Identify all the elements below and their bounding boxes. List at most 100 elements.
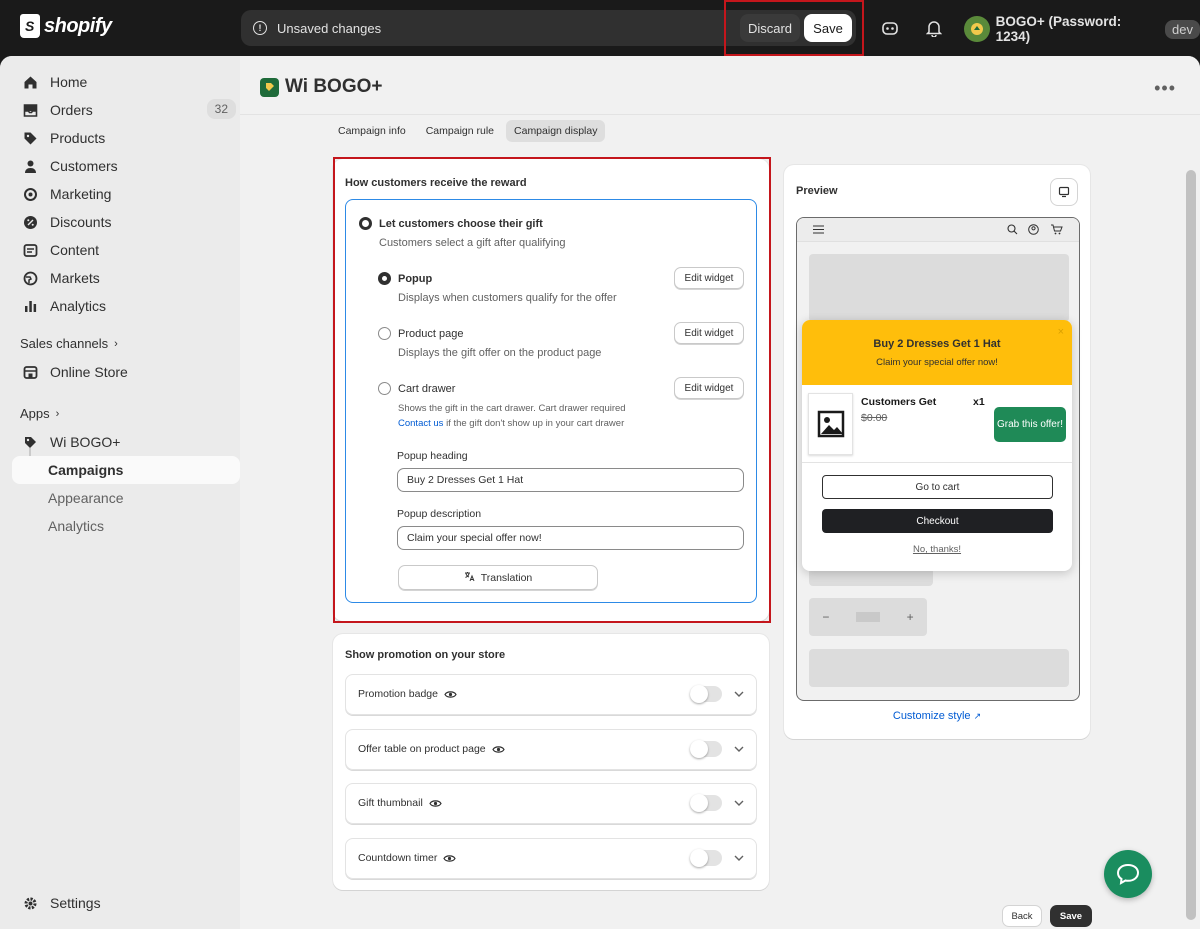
- sidebar-item-content[interactable]: Content: [12, 236, 240, 264]
- tab-campaign-info[interactable]: Campaign info: [330, 120, 414, 142]
- unsaved-text: Unsaved changes: [277, 20, 382, 36]
- sidebar-item-analytics[interactable]: Analytics: [12, 292, 240, 320]
- store-badge: dev: [1165, 19, 1200, 39]
- sidebar-item-discounts[interactable]: Discounts: [12, 208, 240, 236]
- bell-icon[interactable]: [924, 18, 944, 38]
- menu-icon: [813, 225, 824, 234]
- top-bar: shopify ! Unsaved changes Discard Save B…: [0, 0, 1200, 56]
- grab-offer-button[interactable]: Grab this offer!: [994, 407, 1066, 442]
- sidebar-item-label: Wi BOGO+: [50, 434, 121, 450]
- sidebar-item-label: Settings: [50, 895, 101, 911]
- sidebar-item-app-analytics[interactable]: Analytics: [12, 512, 240, 540]
- gift-product-price: $0.00: [861, 412, 888, 424]
- tab-campaign-display[interactable]: Campaign display: [506, 120, 606, 142]
- alert-icon: !: [253, 21, 267, 35]
- tab-campaign-rule[interactable]: Campaign rule: [418, 120, 502, 142]
- app-logo-icon: [260, 77, 279, 97]
- customize-style-link[interactable]: Customize style ↗: [784, 710, 1090, 722]
- sidebar-item-label: Campaigns: [48, 462, 124, 478]
- sidebar-item-orders[interactable]: Orders 32: [12, 96, 240, 124]
- chevron-right-icon: ›: [114, 337, 118, 350]
- home-icon: [22, 74, 38, 90]
- promotion-badge-toggle[interactable]: [690, 685, 722, 703]
- go-to-cart-button[interactable]: Go to cart: [822, 475, 1053, 499]
- desktop-icon: [1058, 186, 1070, 198]
- chevron-right-icon: ›: [55, 407, 60, 420]
- sidebar-item-label: Home: [50, 74, 88, 90]
- sidebar-item-settings[interactable]: Settings: [12, 889, 240, 917]
- chevron-down-icon[interactable]: [732, 742, 746, 756]
- stepper-minus: −: [822, 610, 830, 624]
- promotion-badge-row[interactable]: Promotion badge: [345, 674, 757, 715]
- offer-table-toggle[interactable]: [690, 740, 722, 758]
- chevron-down-icon[interactable]: [732, 687, 746, 701]
- sidebar-item-marketing[interactable]: Marketing: [12, 180, 240, 208]
- sidebar-item-customers[interactable]: Customers: [12, 152, 240, 180]
- back-button[interactable]: Back: [1002, 905, 1042, 927]
- countdown-timer-label: Countdown timer: [358, 852, 438, 864]
- help-chat-button[interactable]: [1104, 850, 1152, 898]
- checkout-button[interactable]: Checkout: [822, 509, 1053, 533]
- shopify-logo[interactable]: shopify: [20, 14, 112, 38]
- popup-preview-heading: Buy 2 Dresses Get 1 Hat: [873, 338, 1001, 350]
- chevron-down-icon[interactable]: [732, 851, 746, 865]
- add-to-cart-placeholder: [809, 649, 1069, 687]
- preview-title: Preview: [796, 185, 838, 197]
- target-icon: [22, 186, 38, 202]
- gift-thumbnail-row[interactable]: Gift thumbnail: [345, 783, 757, 824]
- sidebar-item-label: Customers: [50, 158, 118, 174]
- close-icon[interactable]: ×: [1058, 326, 1064, 338]
- sidebar-item-label: Content: [50, 242, 100, 258]
- gift-thumbnail-toggle[interactable]: [690, 794, 722, 812]
- eye-icon[interactable]: [443, 854, 457, 863]
- page-scrollbar[interactable]: [1186, 170, 1196, 920]
- product-image-placeholder: [809, 254, 1069, 322]
- apps-heading[interactable]: Apps ›: [20, 406, 59, 421]
- sales-channels-heading[interactable]: Sales channels ›: [20, 336, 118, 351]
- sidebar-item-app[interactable]: Wi BOGO+: [12, 428, 240, 456]
- promotion-badge-label-wrap: Promotion badge: [358, 688, 457, 700]
- campaign-tabs: Campaign info Campaign rule Campaign dis…: [330, 120, 606, 142]
- save-button[interactable]: Save: [804, 14, 852, 42]
- footer-save-button[interactable]: Save: [1050, 905, 1092, 927]
- toggle-knob: [690, 685, 708, 703]
- countdown-timer-toggle[interactable]: [690, 849, 722, 867]
- popup-header: × Buy 2 Dresses Get 1 Hat Claim your spe…: [802, 320, 1072, 385]
- sidebar-item-label: Appearance: [48, 490, 124, 506]
- more-horizontal-icon[interactable]: •••: [1154, 78, 1176, 99]
- brand-name: shopify: [44, 14, 112, 37]
- stepper-value-placeholder: [856, 612, 880, 622]
- header-divider: [240, 114, 1200, 115]
- search-icon: [1007, 224, 1018, 235]
- store-avatar: [964, 16, 990, 42]
- chevron-down-icon[interactable]: [732, 796, 746, 810]
- device-toggle-button[interactable]: [1050, 178, 1078, 206]
- sidebar-item-online-store[interactable]: Online Store: [12, 358, 240, 386]
- sidebar-item-products[interactable]: Products: [12, 124, 240, 152]
- promotion-card: Show promotion on your store Promotion b…: [333, 634, 769, 890]
- stepper-plus: +: [906, 610, 914, 624]
- no-thanks-link[interactable]: No, thanks!: [802, 544, 1072, 555]
- sidebar-item-label: Discounts: [50, 214, 112, 230]
- sidebar-item-markets[interactable]: Markets: [12, 264, 240, 292]
- sidebar-item-home[interactable]: Home: [12, 68, 240, 96]
- store-icon: [22, 364, 38, 380]
- sidekick-icon[interactable]: [880, 18, 900, 38]
- page-header: Wi BOGO+: [260, 76, 382, 98]
- gear-icon: [22, 895, 38, 911]
- discard-button[interactable]: Discard: [740, 14, 800, 42]
- eye-icon[interactable]: [444, 690, 457, 699]
- bar-chart-icon: [22, 298, 38, 314]
- offer-table-row[interactable]: Offer table on product page: [345, 729, 757, 770]
- store-menu[interactable]: BOGO+ (Password: 1234) dev: [964, 14, 1200, 44]
- eye-icon[interactable]: [429, 799, 442, 808]
- sidebar-item-campaigns[interactable]: Campaigns: [12, 456, 240, 484]
- promotion-badge-label: Promotion badge: [358, 688, 438, 700]
- eye-icon[interactable]: [491, 745, 505, 754]
- popup-preview-description: Claim your special offer now!: [876, 357, 998, 368]
- tag-icon: [22, 130, 38, 146]
- sidebar-item-appearance[interactable]: Appearance: [12, 484, 240, 512]
- offer-table-label-wrap: Offer table on product page: [358, 743, 505, 755]
- countdown-timer-row[interactable]: Countdown timer: [345, 838, 757, 879]
- highlight-box-reward: [333, 157, 771, 623]
